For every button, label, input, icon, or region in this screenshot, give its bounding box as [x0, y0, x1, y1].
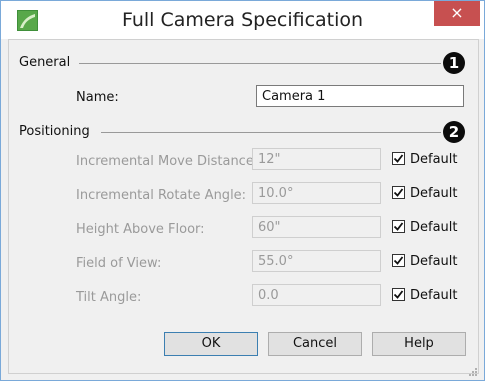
section-label-general: General — [19, 55, 71, 70]
section-label-positioning: Positioning — [19, 124, 90, 139]
field-of-view-input[interactable] — [252, 250, 381, 272]
callout-badge-2: 2 — [443, 121, 465, 143]
checkmark-icon — [393, 256, 404, 265]
rotate-angle-label: Incremental Rotate Angle: — [76, 188, 247, 203]
tilt-angle-label: Tilt Angle: — [76, 290, 142, 305]
rotate-angle-input[interactable] — [252, 182, 381, 204]
field-of-view-default-label: Default — [410, 254, 458, 269]
field-of-view-label: Field of View: — [76, 256, 162, 271]
help-button[interactable]: Help — [372, 332, 466, 356]
title-bar[interactable]: Full Camera Specification × — [1, 1, 484, 39]
rotate-angle-default-label: Default — [410, 186, 458, 201]
cancel-button[interactable]: Cancel — [268, 332, 362, 356]
field-of-view-default-checkbox[interactable] — [392, 254, 405, 267]
section-divider — [79, 63, 441, 64]
name-input[interactable] — [256, 85, 464, 107]
section-divider — [101, 132, 441, 133]
height-default-checkbox[interactable] — [392, 220, 405, 233]
checkmark-icon — [393, 154, 404, 163]
dialog-window: Full Camera Specification × General 1 Na… — [0, 0, 485, 381]
dialog-body: General 1 Name: Positioning 2 Incrementa… — [8, 39, 479, 376]
tilt-angle-default-label: Default — [410, 288, 458, 303]
checkmark-icon — [393, 222, 404, 231]
height-label: Height Above Floor: — [76, 222, 205, 237]
move-distance-default-checkbox[interactable] — [392, 152, 405, 165]
checkmark-icon — [393, 290, 404, 299]
move-distance-input[interactable] — [252, 148, 381, 170]
tilt-angle-default-checkbox[interactable] — [392, 288, 405, 301]
ok-button[interactable]: OK — [164, 332, 258, 356]
move-distance-label: Incremental Move Distance: — [76, 154, 259, 169]
name-label: Name: — [76, 90, 119, 105]
callout-badge-1: 1 — [443, 52, 465, 74]
dialog-title: Full Camera Specification — [121, 9, 364, 31]
tilt-angle-input[interactable] — [252, 284, 381, 306]
rotate-angle-default-checkbox[interactable] — [392, 186, 405, 199]
close-button[interactable]: × — [434, 1, 480, 26]
checkmark-icon — [393, 188, 404, 197]
height-default-label: Default — [410, 220, 458, 235]
move-distance-default-label: Default — [410, 152, 458, 167]
close-icon: × — [450, 3, 464, 22]
resize-grip-icon[interactable] — [469, 363, 477, 376]
height-input[interactable] — [252, 216, 381, 238]
